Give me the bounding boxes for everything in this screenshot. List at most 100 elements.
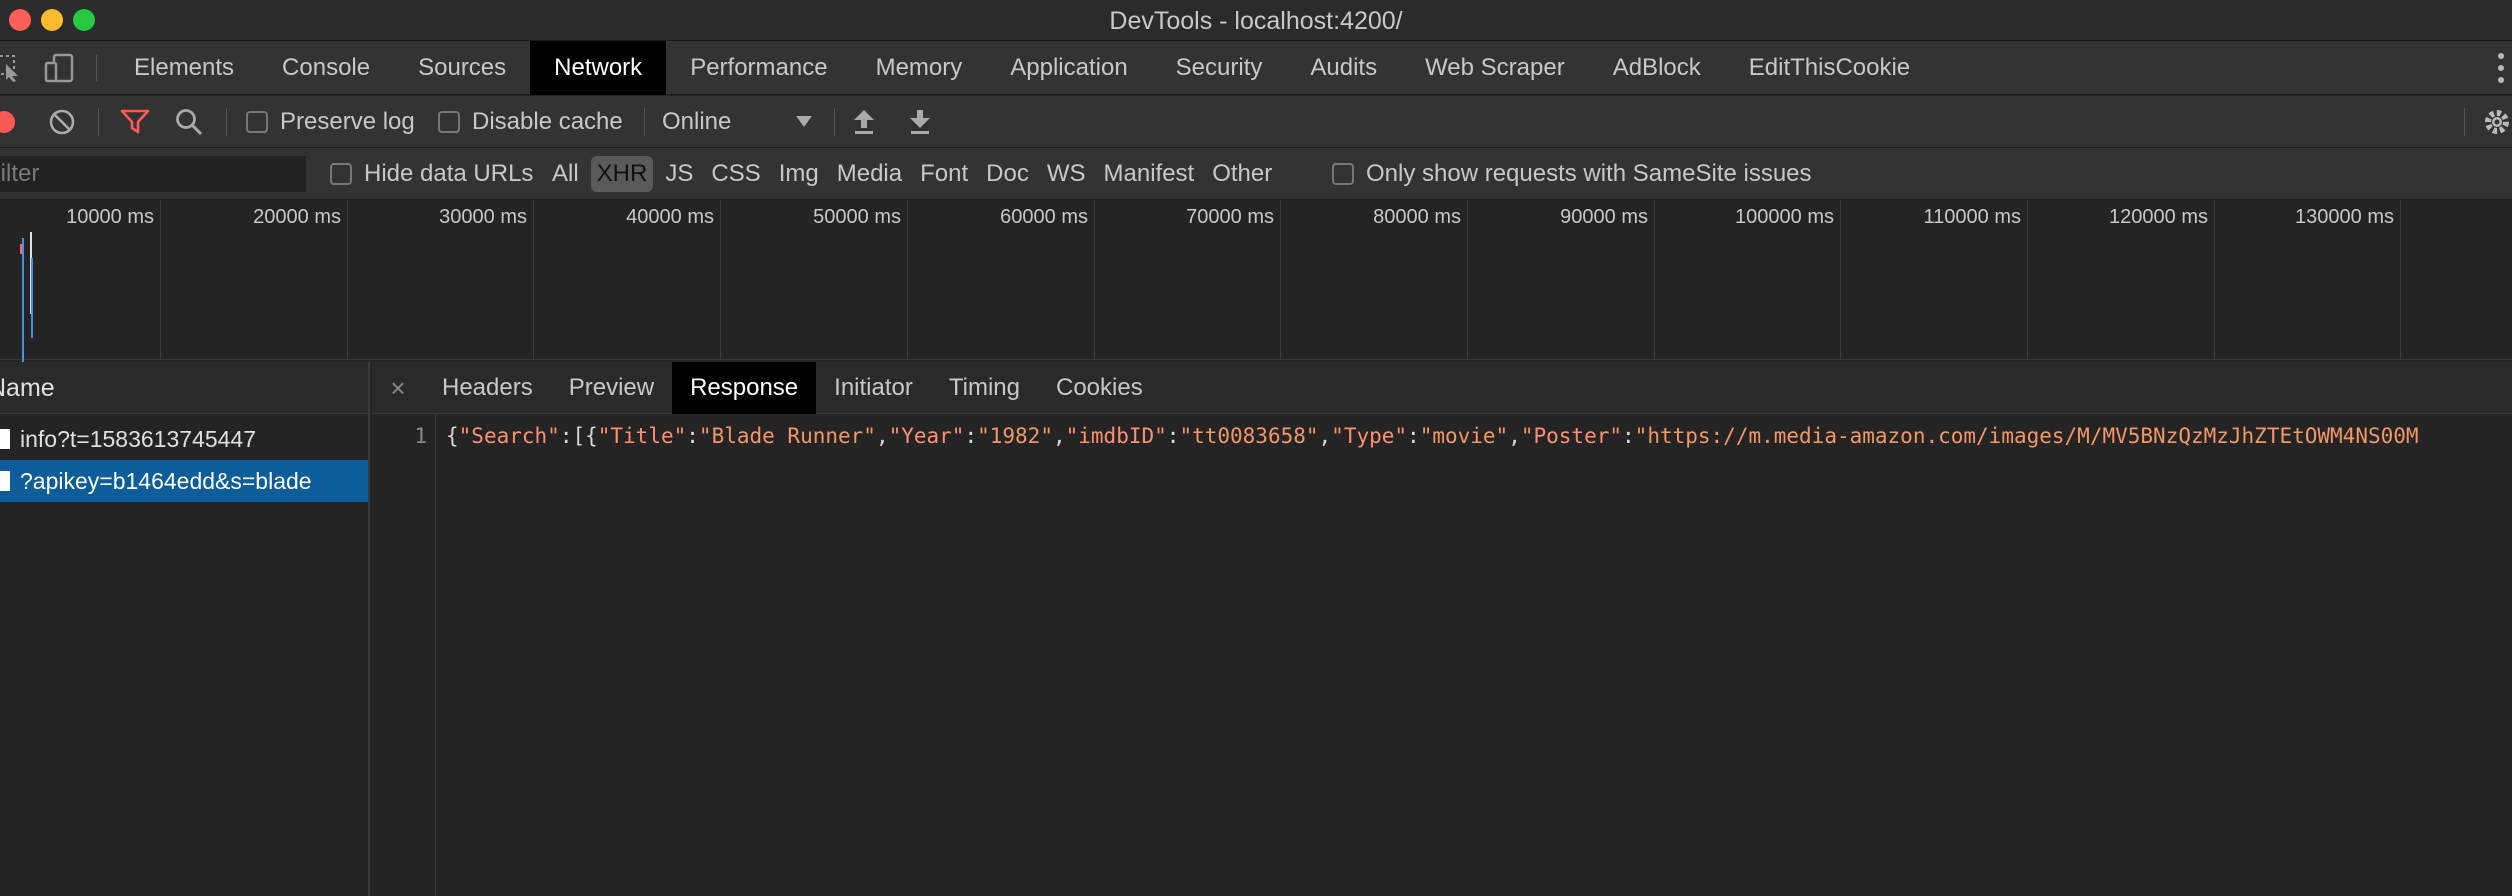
- response-body[interactable]: {"Search":[{"Title":"Blade Runner","Year…: [446, 424, 2506, 448]
- toolbar-divider: [2464, 108, 2465, 136]
- request-row[interactable]: ?apikey=b1464edd&s=blade: [0, 460, 368, 502]
- timeline-gridline: [907, 200, 908, 360]
- timeline-gridline: [2400, 200, 2401, 360]
- json-string: "1982": [977, 424, 1053, 448]
- detail-tab-initiator[interactable]: Initiator: [816, 362, 931, 414]
- timeline-gridline: [347, 200, 348, 360]
- timeline-tick-label: 70000 ms: [1186, 206, 1274, 228]
- main-tabs: Elements Console Sources Network Performance…: [110, 41, 1934, 95]
- samesite-label: Only show requests with SameSite issues: [1366, 160, 1812, 187]
- tab-performance[interactable]: Performance: [666, 41, 851, 95]
- preserve-log-checkbox[interactable]: Preserve log: [246, 96, 415, 148]
- filter-type-doc[interactable]: Doc: [980, 156, 1035, 192]
- tab-web-scraper[interactable]: Web Scraper: [1401, 41, 1589, 95]
- detail-tab-preview[interactable]: Preview: [551, 362, 672, 414]
- timeline-gridline: [1280, 200, 1281, 360]
- json-key: "Year": [888, 424, 965, 448]
- filter-input[interactable]: [0, 156, 306, 192]
- timeline-gridline: [1467, 200, 1468, 360]
- tab-console[interactable]: Console: [258, 41, 394, 95]
- timeline-tick-label: 20000 ms: [253, 206, 341, 228]
- hide-data-urls-label: Hide data URLs: [364, 160, 534, 187]
- filter-type-img[interactable]: Img: [773, 156, 825, 192]
- close-icon[interactable]: ×: [372, 362, 424, 414]
- settings-button[interactable]: [2482, 96, 2512, 148]
- tab-divider: [96, 55, 97, 81]
- tab-editthiscookie[interactable]: EditThisCookie: [1725, 41, 1934, 95]
- checkbox-box: [330, 163, 352, 185]
- checkbox-box: [1332, 163, 1354, 185]
- tab-elements[interactable]: Elements: [110, 41, 258, 95]
- clear-button[interactable]: [48, 96, 76, 148]
- timeline-gridline: [1840, 200, 1841, 360]
- chevron-down-icon: [796, 116, 812, 127]
- filter-type-font[interactable]: Font: [914, 156, 974, 192]
- import-har-icon: [854, 110, 874, 134]
- filter-type-css[interactable]: CSS: [705, 156, 766, 192]
- import-har-button[interactable]: [852, 96, 876, 148]
- filter-type-ws[interactable]: WS: [1041, 156, 1092, 192]
- json-key: "Search": [458, 424, 560, 448]
- filter-icon: [120, 109, 150, 134]
- timeline-tick-label: 60000 ms: [1000, 206, 1088, 228]
- tab-adblock[interactable]: AdBlock: [1589, 41, 1725, 95]
- request-row[interactable]: info?t=1583613745447: [0, 418, 368, 460]
- filter-bar: Hide data URLs AllXHRJSCSSImgMediaFontDo…: [0, 148, 2512, 200]
- timeline-gridline: [1654, 200, 1655, 360]
- samesite-checkbox[interactable]: Only show requests with SameSite issues: [1332, 148, 1812, 200]
- throttle-select[interactable]: Online: [662, 96, 812, 148]
- json-string: "tt0083658": [1179, 424, 1319, 448]
- tab-audits[interactable]: Audits: [1286, 41, 1401, 95]
- search-icon: [176, 109, 203, 136]
- timeline-overview[interactable]: 10000 ms 20000 ms 30000 ms 40000 ms 50000 ms…: [0, 200, 2512, 384]
- timeline-tick-label: 100000 ms: [1735, 206, 1834, 228]
- tab-sources[interactable]: Sources: [394, 41, 530, 95]
- timeline-gridline: [1094, 200, 1095, 360]
- device-toolbar-icon[interactable]: [44, 53, 78, 83]
- tab-application[interactable]: Application: [986, 41, 1151, 95]
- timeline-gridline: [2214, 200, 2215, 360]
- timeline-request-bar: [20, 244, 22, 254]
- timeline-tick-label: 30000 ms: [439, 206, 527, 228]
- toolbar-divider: [644, 108, 645, 136]
- filter-toggle[interactable]: [120, 96, 150, 148]
- detail-tab-response[interactable]: Response: [672, 362, 817, 414]
- name-column-header[interactable]: Name: [0, 362, 368, 414]
- timeline-gridline: [720, 200, 721, 360]
- timeline-request-bar: [31, 258, 33, 338]
- timeline-tick-label: 50000 ms: [813, 206, 901, 228]
- tab-memory[interactable]: Memory: [852, 41, 987, 95]
- kebab-icon[interactable]: [2496, 51, 2506, 85]
- timeline-tick-label: 80000 ms: [1373, 206, 1461, 228]
- filter-type-manifest[interactable]: Manifest: [1098, 156, 1201, 192]
- request-rows: info?t=1583613745447 ?apikey=b1464edd&s=b…: [0, 414, 368, 502]
- detail-tab-headers[interactable]: Headers: [424, 362, 551, 414]
- export-har-button[interactable]: [908, 96, 932, 148]
- hide-data-urls-checkbox[interactable]: Hide data URLs: [330, 148, 533, 200]
- timeline-gridline: [533, 200, 534, 360]
- filter-type-xhr[interactable]: XHR: [590, 156, 654, 192]
- filter-type-media[interactable]: Media: [831, 156, 908, 192]
- network-toolbar: Preserve log Disable cache Online: [0, 96, 2512, 148]
- json-string: "https://m.media-amazon.com/images/M/MV5…: [1634, 424, 2419, 448]
- search-button[interactable]: [174, 96, 204, 148]
- tab-security[interactable]: Security: [1152, 41, 1287, 95]
- json-string: "Blade Runner": [698, 424, 876, 448]
- throttle-value: Online: [662, 108, 732, 135]
- record-button[interactable]: [0, 96, 18, 148]
- disable-cache-checkbox[interactable]: Disable cache: [438, 96, 623, 148]
- checkbox-box: [246, 111, 268, 133]
- inspect-icon[interactable]: [0, 54, 24, 82]
- timeline-gridline: [2027, 200, 2028, 360]
- checkbox-box: [438, 111, 460, 133]
- filter-type-js[interactable]: JS: [659, 156, 699, 192]
- filter-type-other[interactable]: Other: [1206, 156, 1278, 192]
- request-name: info?t=1583613745447: [20, 425, 256, 452]
- detail-tab-timing[interactable]: Timing: [931, 362, 1038, 414]
- detail-tabs: × Headers Preview Response Initiator Timing C…: [372, 362, 2512, 414]
- window-title: DevTools - localhost:4200/: [1109, 7, 1403, 35]
- tab-network[interactable]: Network: [530, 41, 667, 95]
- detail-tab-cookies[interactable]: Cookies: [1038, 362, 1161, 414]
- filter-type-all[interactable]: All: [546, 156, 585, 192]
- clear-icon: [49, 109, 75, 135]
